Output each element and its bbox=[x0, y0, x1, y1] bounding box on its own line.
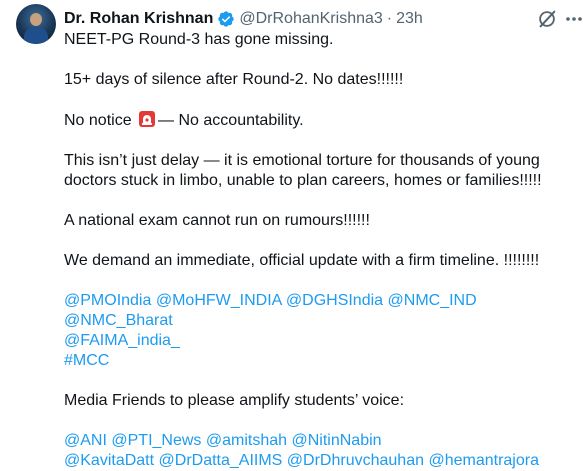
siren-emoji-icon bbox=[139, 111, 156, 127]
post-time[interactable]: 23h bbox=[396, 10, 423, 28]
mention-link[interactable]: @KavitaDatt bbox=[64, 452, 154, 469]
post-line: A national exam cannot run on rumours!!!… bbox=[64, 212, 370, 229]
post-line: This isn’t just delay — it is emotional … bbox=[64, 152, 540, 169]
mention-line: @FAIMA_india_ bbox=[64, 331, 580, 351]
post-text-segment: — No accountability. bbox=[158, 112, 304, 129]
mention-link[interactable]: @hemantrajora bbox=[428, 452, 539, 469]
post-text-segment: No notice bbox=[64, 112, 137, 129]
meta-separator: · bbox=[386, 10, 393, 27]
mention-link[interactable]: @DGHSIndia bbox=[286, 292, 383, 309]
mention-line: @KavitaDatt @DrDatta_AIIMS @DrDhruvchauh… bbox=[64, 451, 580, 471]
verified-badge-icon[interactable] bbox=[217, 10, 235, 28]
mention-link[interactable]: @amitshah bbox=[206, 432, 287, 449]
mention-link[interactable]: @DrDhruvchauhan bbox=[287, 452, 424, 469]
mention-link[interactable]: @NitinNabin bbox=[292, 432, 382, 449]
post-line: 15+ days of silence after Round-2. No da… bbox=[64, 71, 404, 88]
post-line: We demand an immediate, official update … bbox=[64, 252, 540, 269]
mention-link[interactable]: @MoHFW_INDIA bbox=[156, 292, 282, 309]
post-header: Dr. Rohan Krishnan @DrRohanKrishna3 · 23… bbox=[64, 8, 423, 30]
avatar-head bbox=[30, 13, 42, 26]
avatar-body bbox=[24, 27, 48, 44]
post-line: Media Friends to please amplify students… bbox=[64, 392, 405, 409]
post-line: No notice — No accountability. bbox=[64, 110, 580, 131]
more-options-icon[interactable] bbox=[564, 8, 584, 30]
author-name[interactable]: Dr. Rohan Krishnan bbox=[64, 10, 213, 28]
hashtag-link[interactable]: #MCC bbox=[64, 352, 109, 369]
post-line: doctors stuck in limbo, unable to plan c… bbox=[64, 172, 542, 189]
post-text: NEET-PG Round-3 has gone missing. 15+ da… bbox=[64, 30, 580, 471]
mention-link[interactable]: @NMC_IND bbox=[388, 292, 477, 309]
mention-link[interactable]: @NMC_Bharat bbox=[64, 312, 173, 329]
hashtag-line: #MCC bbox=[64, 351, 580, 371]
mention-link[interactable]: @FAIMA_india_ bbox=[64, 332, 180, 349]
mention-link[interactable]: @PMOIndia bbox=[64, 292, 151, 309]
mention-line: @PMOIndia @MoHFW_INDIA @DGHSIndia @NMC_I… bbox=[64, 291, 580, 331]
mention-link[interactable]: @PTI_News bbox=[111, 432, 201, 449]
mention-link[interactable]: @ANI bbox=[64, 432, 107, 449]
post-line: NEET-PG Round-3 has gone missing. bbox=[64, 31, 334, 48]
grok-icon[interactable] bbox=[536, 8, 558, 30]
author-handle[interactable]: @DrRohanKrishna3 bbox=[239, 10, 382, 28]
mention-link[interactable]: @DrDatta_AIIMS bbox=[159, 452, 283, 469]
mention-line: @ANI @PTI_News @amitshah @NitinNabin bbox=[64, 431, 580, 451]
author-avatar[interactable] bbox=[16, 4, 56, 44]
